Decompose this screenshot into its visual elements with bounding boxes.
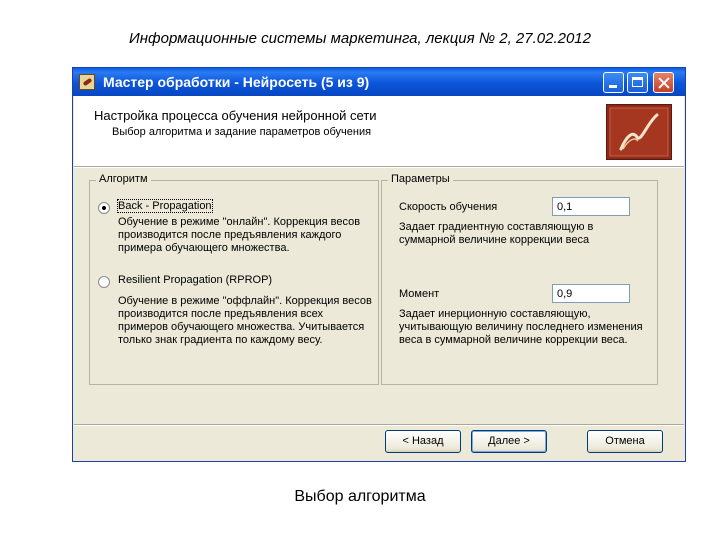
- parameters-group-label: Параметры: [388, 173, 453, 185]
- cancel-button[interactable]: Отмена: [587, 430, 663, 453]
- neural-logo-icon: [606, 104, 672, 160]
- radio-backprop[interactable]: [98, 202, 110, 214]
- wizard-window: Мастер обработки - Нейросеть (5 из 9) На…: [72, 67, 686, 462]
- header-separator: [74, 166, 684, 168]
- slide-caption: Выбор алгоритма: [294, 488, 426, 505]
- learning-rate-label: Скорость обучения: [399, 201, 498, 213]
- momentum-input[interactable]: [552, 284, 630, 303]
- window-title: Мастер обработки - Нейросеть (5 из 9): [103, 74, 370, 90]
- close-icon[interactable]: [653, 72, 674, 93]
- momentum-label: Момент: [399, 288, 440, 300]
- momentum-description: Задает инерционную составляющую, учитыва…: [399, 308, 643, 346]
- slide-title: Информационные системы маркетинга, лекци…: [128, 30, 591, 47]
- maximize-icon[interactable]: [627, 72, 648, 93]
- parameters-group: Параметры Скорость обучения Задает гради…: [381, 173, 658, 385]
- back-button[interactable]: < Назад: [385, 430, 461, 453]
- step-title: Настройка процесса обучения нейронной се…: [94, 108, 377, 123]
- step-subtitle: Выбор алгоритма и задание параметров обу…: [112, 126, 372, 138]
- next-button[interactable]: Далее >: [471, 430, 547, 453]
- title-bar[interactable]: Мастер обработки - Нейросеть (5 из 9): [73, 68, 685, 96]
- rprop-description: Обучение в режиме "оффлайн". Коррекция в…: [118, 295, 372, 346]
- radio-rprop[interactable]: [98, 276, 110, 288]
- backprop-label[interactable]: Back - Propagation: [117, 199, 213, 213]
- algorithm-group-label: Алгоритм: [96, 173, 151, 185]
- backprop-description: Обучение в режиме "онлайн". Коррекция ве…: [118, 216, 361, 254]
- algorithm-group: Алгоритм Back - Propagation Обучение в р…: [89, 173, 379, 385]
- wizard-header: Настройка процесса обучения нейронной се…: [74, 96, 684, 166]
- footer-separator: [74, 424, 684, 426]
- rprop-label[interactable]: Resilient Propagation (RPROP): [118, 274, 272, 286]
- app-icon: [79, 74, 95, 90]
- learning-rate-description: Задает градиентную составляющую в суммар…: [399, 221, 594, 246]
- minimize-icon[interactable]: [603, 72, 624, 93]
- learning-rate-input[interactable]: [552, 197, 630, 216]
